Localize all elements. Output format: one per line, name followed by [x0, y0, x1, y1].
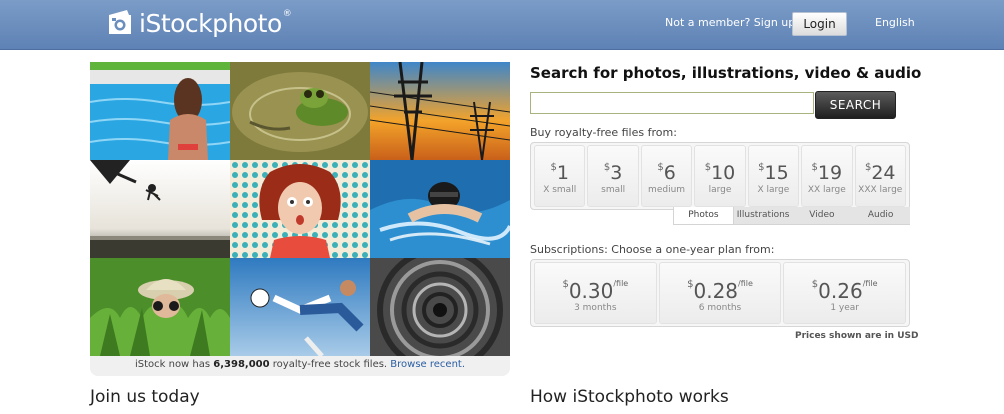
photo-tile-skydiver[interactable]: [90, 160, 230, 258]
caption-suffix: royalty-free stock files.: [269, 359, 391, 370]
file-count: 6,398,000: [213, 359, 270, 370]
buy-label: Buy royalty-free files from:: [530, 126, 677, 139]
subscription-3-months[interactable]: $0.30/file 3 months: [534, 262, 657, 324]
photo-tile-frog[interactable]: [230, 62, 370, 160]
search-title: Search for photos, illustrations, video …: [530, 64, 922, 82]
subscriptions-label: Subscriptions: Choose a one-year plan fr…: [530, 243, 775, 256]
how-it-works-heading: How iStockphoto works: [530, 387, 729, 407]
istock-logo-icon: [103, 7, 135, 39]
tab-video[interactable]: Video: [792, 207, 852, 225]
subscription-options: $0.30/file 3 months $0.28/file 6 months $0…: [530, 259, 910, 327]
photo-tile-grass-binoculars[interactable]: [90, 258, 230, 356]
price-option-xxlarge[interactable]: $19 XX large: [801, 145, 853, 207]
media-type-tabs: Photos Illustrations Video Audio: [673, 207, 910, 225]
mosaic-caption: iStock now has 6,398,000 royalty-free st…: [90, 356, 510, 376]
logo-text: iStockphoto®: [139, 8, 292, 38]
browse-recent-link[interactable]: Browse recent.: [390, 359, 465, 370]
logo[interactable]: iStockphoto®: [103, 7, 292, 39]
photo-tile-woman-polka-dots[interactable]: [230, 160, 370, 258]
photo-mosaic: [90, 62, 510, 356]
join-heading: Join us today: [90, 387, 200, 407]
tab-photos[interactable]: Photos: [673, 207, 734, 225]
search-input[interactable]: [530, 92, 814, 114]
photo-tile-butterfly-swimmer[interactable]: [370, 160, 510, 258]
usd-note: Prices shown are in USD: [795, 331, 919, 341]
price-option-xlarge[interactable]: $15 X large: [747, 145, 800, 207]
login-button[interactable]: Login: [792, 12, 847, 36]
signup-link[interactable]: Not a member? Sign up: [665, 16, 795, 29]
price-option-small[interactable]: $3 small: [587, 145, 639, 207]
photo-tile-spiral-staircase[interactable]: [370, 258, 510, 356]
photo-tile-power-pylon[interactable]: [370, 62, 510, 160]
price-option-medium[interactable]: $6 medium: [640, 145, 693, 207]
price-options: $1 X small $3 small $6 medium $10 large $15 X…: [530, 142, 910, 210]
price-option-xxxlarge[interactable]: $24 XXX large: [854, 145, 906, 207]
price-option-xsmall[interactable]: $1 X small: [534, 145, 586, 207]
subscription-6-months[interactable]: $0.28/file 6 months: [658, 262, 782, 324]
search-button[interactable]: SEARCH: [815, 91, 896, 119]
price-option-large[interactable]: $10 large: [694, 145, 746, 207]
language-selector[interactable]: English: [875, 16, 915, 29]
photo-tile-soccer-kick[interactable]: [230, 258, 370, 356]
tab-audio[interactable]: Audio: [851, 207, 910, 225]
photo-tile-swimmer-pool[interactable]: [90, 62, 230, 160]
subscription-1-year[interactable]: $0.26/file 1 year: [783, 262, 907, 324]
caption-prefix: iStock now has: [134, 359, 214, 370]
tab-illustrations[interactable]: Illustrations: [733, 207, 793, 225]
top-header: iStockphoto® Not a member? Sign up Login…: [0, 0, 1004, 50]
